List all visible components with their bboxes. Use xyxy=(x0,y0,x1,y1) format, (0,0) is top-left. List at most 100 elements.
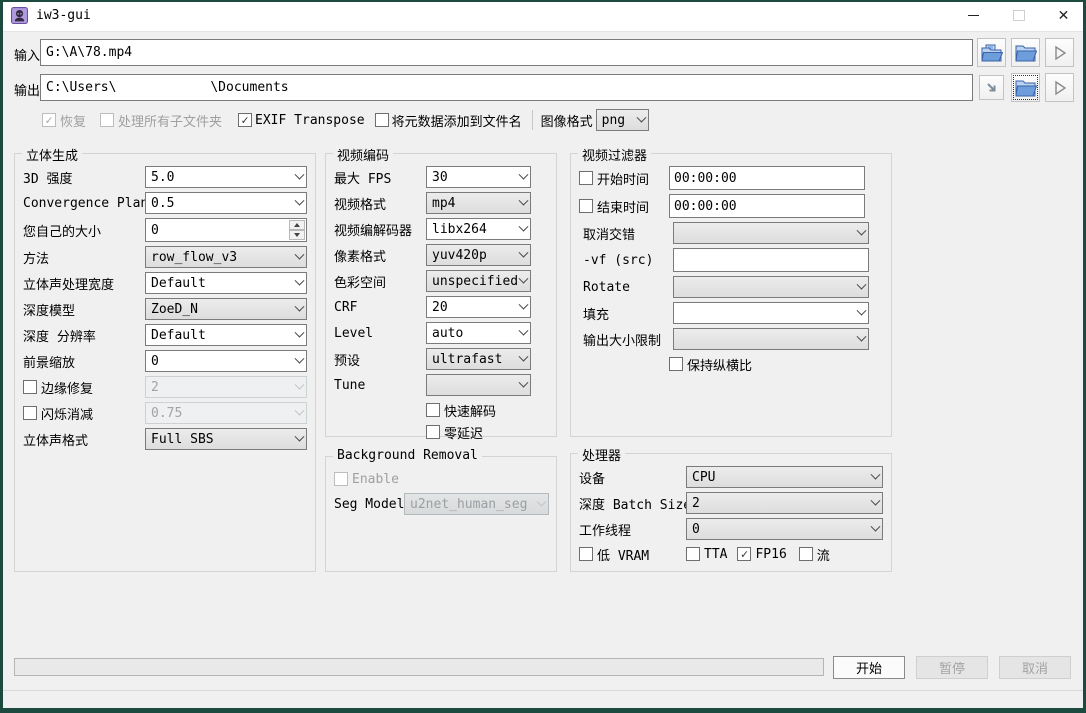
minimize-icon xyxy=(968,15,979,16)
titlebar: iw3-gui ✕ xyxy=(0,0,1086,32)
max-fps-select[interactable]: 30 xyxy=(426,166,531,188)
exif-transpose-checkbox[interactable] xyxy=(238,113,252,127)
convergence-plane-label: Convergence Plane xyxy=(23,196,145,211)
flicker-reduction-checkbox[interactable] xyxy=(23,406,37,420)
subfolders-checkbox[interactable] xyxy=(100,113,114,127)
padding-select[interactable] xyxy=(673,302,869,324)
chevron-down-icon xyxy=(295,405,305,415)
chevron-down-icon xyxy=(857,305,867,315)
start-button[interactable]: 开始 xyxy=(833,656,905,679)
convergence-plane-select[interactable]: 0.5 xyxy=(145,192,307,214)
chevron-down-icon xyxy=(636,112,646,122)
zero-latency-checkbox[interactable] xyxy=(426,425,440,439)
chevron-down-icon xyxy=(519,351,529,361)
end-time-field[interactable] xyxy=(669,194,865,218)
method-select[interactable]: row_flow_v3 xyxy=(145,246,307,268)
progress-bar xyxy=(14,658,824,676)
image-format-label: 图像格式 xyxy=(541,111,593,130)
device-select[interactable]: CPU xyxy=(686,466,883,488)
edge-fix-select[interactable]: 2 xyxy=(145,376,307,398)
fp16-checkbox[interactable] xyxy=(737,547,751,561)
low-vram-checkbox[interactable] xyxy=(579,547,593,561)
crf-label: CRF xyxy=(334,300,426,315)
input-browse-button[interactable] xyxy=(1011,38,1040,67)
chevron-down-icon xyxy=(871,521,881,531)
depth-model-select[interactable]: ZoeD_N xyxy=(145,298,307,320)
play-icon xyxy=(1052,80,1068,96)
own-size-stepper[interactable]: 0 xyxy=(145,218,307,242)
preset-select[interactable]: ultrafast xyxy=(426,348,531,370)
video-format-select[interactable]: mp4 xyxy=(426,192,531,214)
bg-enable-checkbox[interactable] xyxy=(334,472,348,486)
spin-down-button[interactable] xyxy=(289,230,305,240)
output-browse-button[interactable] xyxy=(1011,73,1040,102)
video-codec-select[interactable]: libx264 xyxy=(426,218,531,240)
start-time-label: 开始时间 xyxy=(597,169,649,188)
resume-checkbox[interactable] xyxy=(42,113,56,127)
subfolders-label: 处理所有子文件夹 xyxy=(118,111,222,130)
3d-strength-select[interactable]: 5.0 xyxy=(145,166,307,188)
maximize-icon xyxy=(1013,10,1025,21)
export-save-button[interactable] xyxy=(977,38,1006,67)
fast-decode-checkbox[interactable] xyxy=(426,403,440,417)
depth-batch-size-label: 深度 Batch Size xyxy=(579,494,686,513)
tune-select[interactable] xyxy=(426,374,531,396)
output-path-field[interactable] xyxy=(40,74,973,101)
same-as-input-button[interactable] xyxy=(979,75,1004,100)
3d-strength-label: 3D 强度 xyxy=(23,168,145,187)
image-format-select[interactable]: png xyxy=(596,109,649,131)
minimize-button[interactable] xyxy=(951,0,996,31)
max-output-size-label: 输出大小限制 xyxy=(579,330,673,349)
depth-resolution-select[interactable]: Default xyxy=(145,324,307,346)
worker-threads-select[interactable]: 0 xyxy=(686,518,883,540)
depth-batch-size-select[interactable]: 2 xyxy=(686,492,883,514)
vf-src-field[interactable] xyxy=(673,248,869,272)
tta-checkbox[interactable] xyxy=(686,547,700,561)
chevron-down-icon xyxy=(295,431,305,441)
input-play-button[interactable] xyxy=(1045,38,1074,67)
level-select[interactable]: auto xyxy=(426,322,531,344)
flicker-reduction-select[interactable]: 0.75 xyxy=(145,402,307,424)
stereo-format-select[interactable]: Full SBS xyxy=(145,428,307,450)
pixel-format-select[interactable]: yuv420p xyxy=(426,244,531,266)
exif-transpose-label: EXIF Transpose xyxy=(255,113,365,128)
keep-aspect-checkbox[interactable] xyxy=(669,357,683,371)
start-time-field[interactable] xyxy=(669,166,865,190)
panel-title: Background Removal xyxy=(333,448,482,463)
chevron-down-icon xyxy=(519,299,529,309)
stream-checkbox[interactable] xyxy=(799,547,813,561)
resume-label: 恢复 xyxy=(60,111,86,130)
deinterlace-select[interactable] xyxy=(673,222,869,244)
spin-up-button[interactable] xyxy=(289,220,305,230)
edge-fix-checkbox[interactable] xyxy=(23,380,37,394)
pause-button[interactable]: 暂停 xyxy=(916,656,988,679)
start-time-checkbox[interactable] xyxy=(579,171,593,185)
save-folder-icon xyxy=(981,44,1003,62)
chevron-down-icon xyxy=(295,301,305,311)
rotate-select[interactable] xyxy=(673,276,869,298)
metadata-filename-checkbox[interactable] xyxy=(375,113,389,127)
close-icon: ✕ xyxy=(1058,9,1070,23)
video-encoding-panel: 视频编码 最大 FPS 30 视频格式 mp4 视频编解码器 libx264 像… xyxy=(325,153,557,437)
flicker-reduction-label: 闪烁消减 xyxy=(41,404,93,423)
end-time-checkbox[interactable] xyxy=(579,199,593,213)
panel-title: 立体生成 xyxy=(22,145,82,164)
foreground-scale-label: 前景缩放 xyxy=(23,352,145,371)
colorspace-select[interactable]: unspecified xyxy=(426,270,531,292)
seg-model-select[interactable]: u2net_human_seg xyxy=(404,493,549,515)
own-size-label: 您自己的大小 xyxy=(23,221,145,240)
maximize-button[interactable] xyxy=(996,0,1041,31)
output-play-button[interactable] xyxy=(1045,73,1074,102)
chevron-down-icon xyxy=(295,249,305,259)
crf-select[interactable]: 20 xyxy=(426,296,531,318)
cancel-button[interactable]: 取消 xyxy=(999,656,1071,679)
input-path-field[interactable] xyxy=(40,39,973,66)
stereo-width-select[interactable]: Default xyxy=(145,272,307,294)
input-label: 输入 xyxy=(14,45,42,64)
foreground-scale-select[interactable]: 0 xyxy=(145,350,307,372)
max-output-size-select[interactable] xyxy=(673,328,869,350)
arrow-down-icon xyxy=(294,233,300,237)
stream-label: 流 xyxy=(817,545,830,564)
stereo-width-label: 立体声处理宽度 xyxy=(23,274,145,293)
close-button[interactable]: ✕ xyxy=(1041,0,1086,31)
